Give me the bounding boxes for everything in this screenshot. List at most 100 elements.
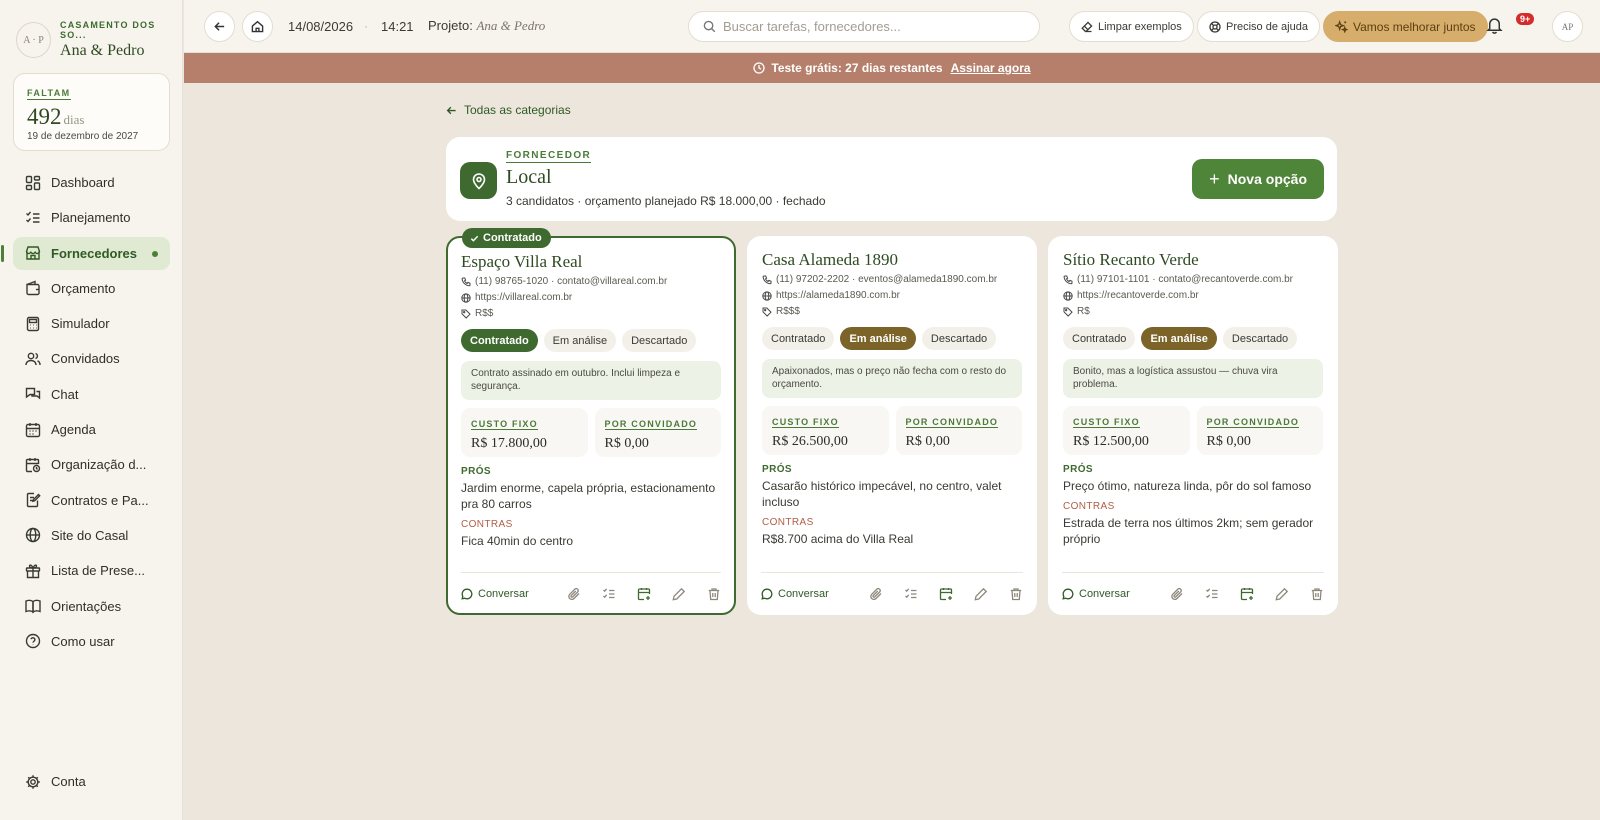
- per-guest-value: R$ 0,00: [604, 436, 649, 451]
- vendor-costs: CUSTO FIXO R$ 26.500,00 POR CONVIDADO R$…: [762, 406, 1022, 455]
- sidebar-item-agenda[interactable]: Agenda: [13, 413, 170, 446]
- calendar-add-icon[interactable]: [1240, 587, 1254, 601]
- vendor-card-3[interactable]: Sítio Recanto Verde (11) 97101-1101 · co…: [1048, 236, 1338, 615]
- calendar-add-icon[interactable]: [939, 587, 953, 601]
- hired-badge: Contratado: [462, 228, 551, 248]
- per-guest-value: R$ 0,00: [1206, 434, 1251, 449]
- vendor-website-text: https://villareal.com.br: [475, 292, 573, 303]
- vendor-price-tier: R$: [1063, 305, 1323, 318]
- pencil-icon[interactable]: [1275, 587, 1289, 601]
- per-guest-value: R$ 0,00: [905, 434, 950, 449]
- status-em-analise-button[interactable]: Em análise: [840, 327, 916, 350]
- trash-icon[interactable]: [707, 587, 721, 601]
- sidebar-item-como-usar[interactable]: Como usar: [13, 625, 170, 658]
- chat-with-vendor-button[interactable]: Conversar: [1062, 588, 1130, 600]
- need-help-button[interactable]: Preciso de ajuda: [1197, 11, 1320, 42]
- vendor-website[interactable]: https://alameda1890.com.br: [762, 289, 1022, 302]
- checklist-icon[interactable]: [904, 587, 918, 601]
- vendor-website[interactable]: https://recantoverde.com.br: [1063, 289, 1323, 302]
- back-button[interactable]: [204, 11, 235, 42]
- improve-together-button[interactable]: Vamos melhorar juntos: [1323, 11, 1488, 42]
- status-descartado-button[interactable]: Descartado: [1222, 327, 1298, 350]
- status-descartado-button[interactable]: Descartado: [622, 329, 697, 352]
- clear-examples-label: Limpar exemplos: [1098, 20, 1182, 33]
- avatar[interactable]: AP: [1552, 11, 1583, 42]
- chat-with-vendor-button[interactable]: Conversar: [461, 588, 529, 600]
- sidebar-item-orcamento[interactable]: Orçamento: [13, 272, 170, 305]
- sidebar-item-orientacoes[interactable]: Orientações: [13, 590, 170, 623]
- paperclip-icon[interactable]: [869, 587, 883, 601]
- sidebar-item-chat[interactable]: Chat: [13, 378, 170, 411]
- paperclip-icon[interactable]: [567, 587, 581, 601]
- status-selector: Contratado Em análise Descartado: [1063, 327, 1323, 350]
- all-categories-link[interactable]: Todas as categorias: [446, 103, 571, 117]
- vendor-card-2[interactable]: Casa Alameda 1890 (11) 97202-2202 · even…: [747, 236, 1037, 615]
- fixed-cost-label: CUSTO FIXO: [1073, 417, 1140, 428]
- notifications-button[interactable]: [1486, 16, 1503, 34]
- sidebar-item-fornecedores[interactable]: Fornecedores: [1, 236, 170, 270]
- countdown-number: 492 dias: [27, 104, 156, 130]
- home-button[interactable]: [242, 11, 273, 42]
- paperclip-icon[interactable]: [1170, 587, 1184, 601]
- active-indicator-dot: [152, 250, 158, 257]
- vendor-website[interactable]: https://villareal.com.br: [461, 291, 721, 304]
- status-em-analise-button[interactable]: Em análise: [543, 329, 617, 352]
- date-time-separator: ·: [364, 19, 368, 33]
- category-icon: [460, 162, 497, 199]
- sidebar-item-organizacao[interactable]: Organização d...: [13, 448, 170, 481]
- brand[interactable]: A · P CASAMENTO DOS SO... Ana & Pedro: [16, 20, 182, 60]
- sidebar-item-label: Conta: [51, 774, 86, 789]
- status-em-analise-button[interactable]: Em análise: [1141, 327, 1217, 350]
- trash-icon[interactable]: [1009, 587, 1023, 601]
- vendor-costs: CUSTO FIXO R$ 12.500,00 POR CONVIDADO R$…: [1063, 406, 1323, 455]
- sidebar-item-planejamento[interactable]: Planejamento: [13, 201, 170, 234]
- sidebar-item-dashboard[interactable]: Dashboard: [13, 166, 170, 199]
- contract-icon: [26, 492, 41, 508]
- sidebar-item-site-do-casal[interactable]: Site do Casal: [13, 519, 170, 552]
- home-icon: [251, 20, 264, 33]
- vendor-card-footer: Conversar: [1062, 572, 1324, 601]
- search-input[interactable]: [723, 19, 1013, 34]
- pros-text: Jardim enorme, capela própria, estaciona…: [461, 481, 716, 511]
- countdown-card: FALTAM 492 dias 19 de dezembro de 2027: [13, 73, 170, 151]
- pencil-icon[interactable]: [974, 587, 988, 601]
- vendor-name: Espaço Villa Real: [461, 252, 583, 271]
- vendor-card-1[interactable]: Contratado Espaço Villa Real (11) 98765-…: [446, 228, 736, 615]
- checklist-icon[interactable]: [602, 587, 616, 601]
- per-guest-box: POR CONVIDADO R$ 0,00: [1196, 406, 1323, 455]
- brand-monogram: A · P: [16, 22, 52, 58]
- sidebar-item-simulador[interactable]: Simulador: [13, 307, 170, 340]
- vendor-website-text: https://alameda1890.com.br: [776, 290, 900, 301]
- per-guest-label: POR CONVIDADO: [905, 417, 999, 428]
- sidebar-item-convidados[interactable]: Convidados: [13, 342, 170, 375]
- status-contratado-button[interactable]: Contratado: [461, 329, 538, 352]
- search-box[interactable]: [688, 11, 1040, 42]
- sidebar-item-label: Chat: [51, 386, 79, 402]
- pros-heading: PRÓS: [762, 464, 792, 475]
- fixed-cost-box: CUSTO FIXO R$ 17.800,00: [461, 408, 588, 457]
- vendor-actions: [546, 587, 721, 601]
- countdown-unit: dias: [63, 112, 85, 127]
- sidebar-item-lista-de-presentes[interactable]: Lista de Prese...: [13, 554, 170, 587]
- status-contratado-button[interactable]: Contratado: [1063, 327, 1136, 350]
- trash-icon[interactable]: [1310, 587, 1324, 601]
- clear-examples-button[interactable]: Limpar exemplos: [1069, 11, 1194, 42]
- sidebar-item-label: Lista de Prese...: [51, 563, 145, 579]
- help-icon: [25, 634, 41, 649]
- map-pin-icon: [472, 172, 485, 190]
- sidebar-item-conta[interactable]: Conta: [13, 765, 170, 798]
- category-summary: 3 candidatos · orçamento planejado R$ 18…: [506, 194, 826, 208]
- chat-with-vendor-button[interactable]: Conversar: [761, 588, 829, 600]
- subscribe-link[interactable]: Assinar agora: [951, 61, 1031, 75]
- vendor-price-tier: R$$$: [762, 305, 1022, 318]
- calendar-add-icon[interactable]: [637, 587, 651, 601]
- new-option-button[interactable]: + Nova opção: [1192, 159, 1324, 199]
- status-descartado-button[interactable]: Descartado: [921, 327, 997, 350]
- status-contratado-button[interactable]: Contratado: [762, 327, 835, 350]
- checklist-icon[interactable]: [1205, 587, 1219, 601]
- sidebar-item-label: Como usar: [51, 633, 115, 649]
- sidebar-item-contratos[interactable]: Contratos e Pa...: [13, 484, 170, 517]
- per-guest-box: POR CONVIDADO R$ 0,00: [594, 408, 721, 457]
- pencil-icon[interactable]: [672, 587, 686, 601]
- cons-heading: CONTRAS: [1063, 501, 1115, 512]
